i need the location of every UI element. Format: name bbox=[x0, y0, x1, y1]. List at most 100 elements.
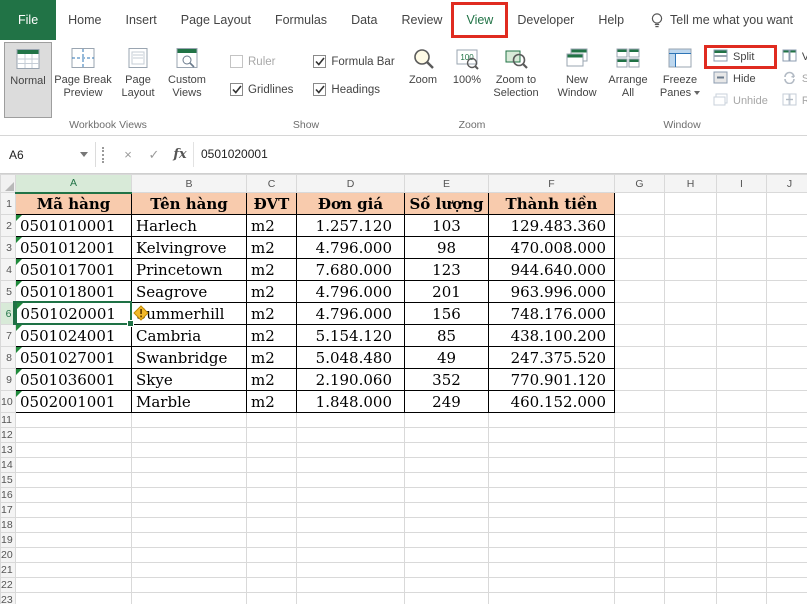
empty-cell[interactable] bbox=[717, 473, 767, 488]
empty-cell[interactable] bbox=[405, 578, 489, 593]
empty-cell[interactable] bbox=[405, 443, 489, 458]
cell-c7[interactable]: m2 bbox=[247, 325, 297, 347]
empty-cell[interactable] bbox=[297, 578, 405, 593]
empty-cell[interactable] bbox=[297, 518, 405, 533]
empty-cell[interactable] bbox=[489, 413, 615, 428]
cell-d6[interactable]: 4.796.000 bbox=[297, 303, 405, 325]
empty-cell[interactable] bbox=[665, 325, 717, 347]
column-header-c[interactable]: C bbox=[247, 175, 297, 193]
row-header[interactable]: 16 bbox=[1, 488, 16, 503]
empty-cell[interactable] bbox=[615, 548, 665, 563]
empty-cell[interactable] bbox=[615, 428, 665, 443]
empty-cell[interactable] bbox=[717, 488, 767, 503]
row-header-selected[interactable]: 6 bbox=[1, 303, 16, 325]
empty-cell[interactable] bbox=[615, 215, 665, 237]
empty-cell[interactable] bbox=[767, 548, 807, 563]
cell-a3[interactable]: 0501012001 bbox=[16, 237, 132, 259]
new-window-button[interactable]: New Window bbox=[552, 42, 602, 118]
empty-cell[interactable] bbox=[615, 413, 665, 428]
empty-cell[interactable] bbox=[665, 369, 717, 391]
cell-d7[interactable]: 5.154.120 bbox=[297, 325, 405, 347]
column-header-f[interactable]: F bbox=[489, 175, 615, 193]
empty-cell[interactable] bbox=[665, 391, 717, 413]
empty-cell[interactable] bbox=[615, 369, 665, 391]
empty-cell[interactable] bbox=[132, 488, 247, 503]
cell-e8[interactable]: 49 bbox=[405, 347, 489, 369]
empty-cell[interactable] bbox=[767, 347, 807, 369]
cell-e5[interactable]: 201 bbox=[405, 281, 489, 303]
empty-cell[interactable] bbox=[16, 428, 132, 443]
cell-a2[interactable]: 0501010001 bbox=[16, 215, 132, 237]
empty-cell[interactable] bbox=[132, 473, 247, 488]
select-all-button[interactable] bbox=[1, 175, 16, 193]
empty-cell[interactable] bbox=[247, 473, 297, 488]
view-side-by-side-button[interactable]: Vi bbox=[777, 47, 807, 67]
empty-cell[interactable] bbox=[767, 488, 807, 503]
empty-cell[interactable] bbox=[767, 281, 807, 303]
tab-page-layout[interactable]: Page Layout bbox=[169, 0, 263, 40]
empty-cell[interactable] bbox=[717, 413, 767, 428]
empty-cell[interactable] bbox=[297, 533, 405, 548]
cell-b7[interactable]: Cambria bbox=[132, 325, 247, 347]
row-header[interactable]: 2 bbox=[1, 215, 16, 237]
empty-cell[interactable] bbox=[297, 488, 405, 503]
empty-cell[interactable] bbox=[767, 503, 807, 518]
empty-cell[interactable] bbox=[717, 391, 767, 413]
empty-cell[interactable] bbox=[665, 428, 717, 443]
row-header[interactable]: 4 bbox=[1, 259, 16, 281]
empty-cell[interactable] bbox=[405, 503, 489, 518]
empty-cell[interactable] bbox=[615, 443, 665, 458]
empty-cell[interactable] bbox=[247, 548, 297, 563]
empty-cell[interactable] bbox=[247, 593, 297, 604]
empty-cell[interactable] bbox=[615, 503, 665, 518]
empty-cell[interactable] bbox=[615, 391, 665, 413]
cell-b5[interactable]: Seagrove bbox=[132, 281, 247, 303]
empty-cell[interactable] bbox=[132, 458, 247, 473]
empty-cell[interactable] bbox=[297, 563, 405, 578]
empty-cell[interactable] bbox=[489, 443, 615, 458]
empty-cell[interactable] bbox=[489, 488, 615, 503]
cell-c6[interactable]: m2 bbox=[247, 303, 297, 325]
freeze-panes-button[interactable]: Freeze Panes bbox=[654, 42, 706, 118]
cell-c1[interactable]: ĐVT bbox=[247, 193, 297, 215]
column-header-i[interactable]: I bbox=[717, 175, 767, 193]
empty-cell[interactable] bbox=[16, 488, 132, 503]
empty-cell[interactable] bbox=[132, 563, 247, 578]
empty-cell[interactable] bbox=[665, 548, 717, 563]
empty-cell[interactable] bbox=[405, 518, 489, 533]
empty-cell[interactable] bbox=[665, 413, 717, 428]
empty-cell[interactable] bbox=[405, 593, 489, 604]
empty-cell[interactable] bbox=[16, 563, 132, 578]
cell-a7[interactable]: 0501024001 bbox=[16, 325, 132, 347]
hide-button[interactable]: Hide bbox=[708, 69, 773, 89]
cell-d4[interactable]: 7.680.000 bbox=[297, 259, 405, 281]
empty-cell[interactable] bbox=[297, 458, 405, 473]
empty-cell[interactable] bbox=[615, 458, 665, 473]
empty-cell[interactable] bbox=[615, 488, 665, 503]
empty-cell[interactable] bbox=[489, 428, 615, 443]
cell-b8[interactable]: Swanbridge bbox=[132, 347, 247, 369]
reset-window-position-button[interactable]: Re bbox=[777, 91, 807, 111]
split-button[interactable]: Split bbox=[708, 47, 773, 67]
empty-cell[interactable] bbox=[132, 503, 247, 518]
empty-cell[interactable] bbox=[247, 413, 297, 428]
insert-function-icon[interactable]: fx bbox=[167, 147, 193, 162]
column-header-e[interactable]: E bbox=[405, 175, 489, 193]
row-header[interactable]: 5 bbox=[1, 281, 16, 303]
cell-f3[interactable]: 470.008.000 bbox=[489, 237, 615, 259]
empty-cell[interactable] bbox=[489, 518, 615, 533]
empty-cell[interactable] bbox=[489, 458, 615, 473]
empty-cell[interactable] bbox=[665, 458, 717, 473]
empty-cell[interactable] bbox=[665, 237, 717, 259]
tab-view[interactable]: View bbox=[454, 0, 505, 40]
empty-cell[interactable] bbox=[615, 578, 665, 593]
cell-f5[interactable]: 963.996.000 bbox=[489, 281, 615, 303]
cell-d5[interactable]: 4.796.000 bbox=[297, 281, 405, 303]
empty-cell[interactable] bbox=[489, 473, 615, 488]
empty-cell[interactable] bbox=[717, 563, 767, 578]
empty-cell[interactable] bbox=[297, 548, 405, 563]
cell-a5[interactable]: 0501018001 bbox=[16, 281, 132, 303]
empty-cell[interactable] bbox=[665, 259, 717, 281]
empty-cell[interactable] bbox=[16, 473, 132, 488]
empty-cell[interactable] bbox=[665, 193, 717, 215]
